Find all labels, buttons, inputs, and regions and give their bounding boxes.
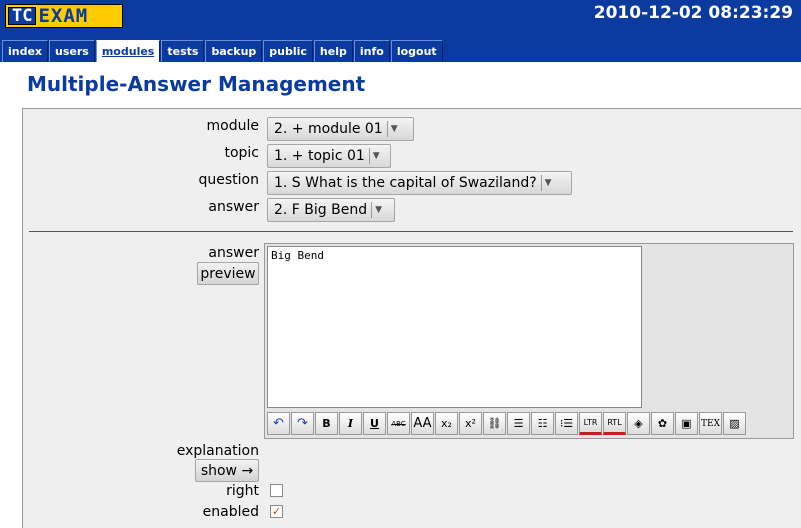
select-separator — [540, 175, 542, 191]
topic-label: topic — [224, 145, 259, 161]
explanation-label: explanation — [176, 443, 259, 459]
explanation-show-button[interactable]: show → — [195, 459, 259, 482]
undo-icon[interactable]: ↶ — [267, 412, 290, 435]
tcexam-logo[interactable]: TC EXAM — [5, 4, 123, 28]
bold-icon[interactable]: B — [315, 412, 338, 435]
menu-item-users[interactable]: users — [49, 40, 95, 62]
menu-item-public[interactable]: public — [263, 40, 313, 62]
font-size-icon[interactable]: AA — [411, 412, 434, 435]
rtl-icon[interactable]: RTL — [603, 412, 626, 435]
right-checkbox[interactable] — [270, 484, 283, 497]
logo-left-box: TC — [8, 6, 37, 26]
answer-text-label: answer — [208, 245, 259, 261]
menu-item-modules[interactable]: modules — [95, 40, 161, 62]
tex-icon[interactable]: TEX — [699, 412, 722, 435]
question-label: question — [198, 172, 259, 188]
answer-editor: Big Bend ↶ ↷ B I U ABC AA x₂ x² ⛓ ☰ ☷ ⁝☰ LTR RTL ◈ ✿ ▣ TEX… — [264, 243, 794, 439]
underline-icon[interactable]: U — [363, 412, 386, 435]
editor-toolbar: ↶ ↷ B I U ABC AA x₂ x² ⛓ ☰ ☷ ⁝☰ LTR RTL ◈ ✿ ▣ TEX ▨ — [267, 412, 747, 436]
section-divider — [29, 231, 793, 232]
logo-right-text: EXAM — [38, 5, 89, 27]
module-label: module — [206, 118, 259, 134]
chevron-down-icon: ▼ — [375, 205, 383, 215]
menu-item-index[interactable]: index — [2, 40, 49, 62]
subscript-icon[interactable]: x₂ — [435, 412, 458, 435]
display-icon[interactable]: ▣ — [675, 412, 698, 435]
preview-button[interactable]: preview — [197, 262, 259, 285]
menu-item-tests[interactable]: tests — [161, 40, 205, 62]
strikethrough-icon[interactable]: ABC — [387, 412, 410, 435]
chevron-down-icon: ▼ — [544, 178, 552, 188]
topic-select[interactable]: 1. + topic 01 ▼ — [267, 144, 391, 168]
redo-icon[interactable]: ↷ — [291, 412, 314, 435]
datetime-display: 2010-12-02 08:23:29 — [593, 3, 793, 23]
enabled-checkbox[interactable]: ✓ — [270, 505, 283, 518]
chevron-down-icon: ▼ — [372, 151, 380, 161]
right-label: right — [226, 483, 259, 499]
topic-select-value: 1. + topic 01 — [274, 148, 365, 164]
menu-item-backup[interactable]: backup — [205, 40, 263, 62]
page-title: Multiple-Answer Management — [27, 72, 366, 96]
fill-color-icon[interactable]: ◈ — [627, 412, 650, 435]
logo-left-text: TC — [12, 6, 33, 26]
select-separator — [368, 148, 370, 164]
answer-select-label: answer — [208, 199, 259, 215]
italic-icon[interactable]: I — [339, 412, 362, 435]
answer-select-value: 2. F Big Bend — [274, 202, 368, 218]
answer-select[interactable]: 2. F Big Bend ▼ — [267, 198, 395, 222]
answer-textarea[interactable]: Big Bend — [267, 246, 642, 408]
link-icon[interactable]: ⛓ — [483, 412, 506, 435]
menu-item-info[interactable]: info — [353, 40, 390, 62]
palette-icon[interactable]: ✿ — [651, 412, 674, 435]
select-separator — [371, 202, 373, 218]
definition-list-icon[interactable]: ⁝☰ — [555, 412, 578, 435]
numbered-list-icon[interactable]: ☷ — [531, 412, 554, 435]
module-select-value: 2. + module 01 — [274, 121, 383, 137]
select-separator — [386, 121, 388, 137]
menu-item-help[interactable]: help — [313, 40, 353, 62]
question-select[interactable]: 1. S What is the capital of Swaziland? ▼ — [267, 171, 572, 195]
image-icon[interactable]: ▨ — [723, 412, 746, 435]
main-menu: index users modules tests backup public help in… — [2, 40, 444, 62]
form-panel: module 2. + module 01 ▼ topic 1. + topic… — [22, 108, 801, 528]
question-select-value: 1. S What is the capital of Swaziland? — [274, 175, 537, 191]
bullet-list-icon[interactable]: ☰ — [507, 412, 530, 435]
header-bar: TC EXAM 2010-12-02 08:23:29 index users mo… — [0, 0, 801, 62]
module-select[interactable]: 2. + module 01 ▼ — [267, 117, 414, 141]
chevron-down-icon: ▼ — [390, 124, 398, 134]
menu-item-logout[interactable]: logout — [390, 40, 443, 62]
superscript-icon[interactable]: x² — [459, 412, 482, 435]
ltr-icon[interactable]: LTR — [579, 412, 602, 435]
